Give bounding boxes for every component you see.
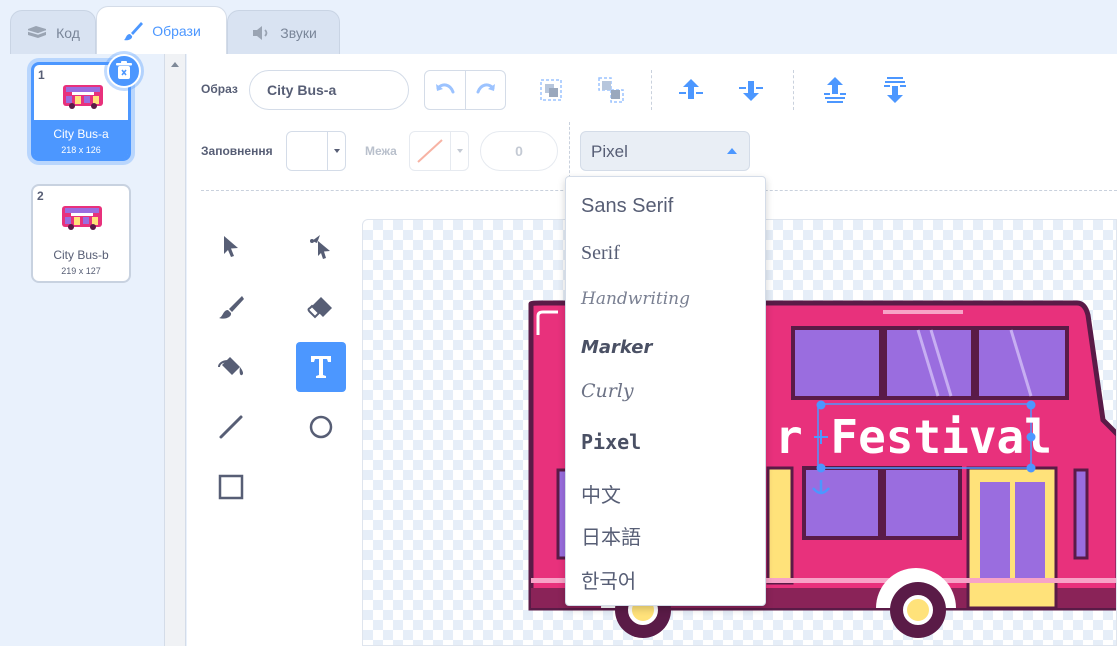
tab-costumes-label: Образи	[152, 22, 201, 39]
ungroup-button[interactable]	[593, 72, 629, 108]
fill-label: Заповнення	[201, 144, 273, 158]
undo-icon	[436, 83, 455, 94]
costume-thumbnail	[63, 85, 103, 109]
paintbrush-icon	[124, 21, 144, 40]
undo-button[interactable]	[425, 71, 465, 109]
front-button[interactable]	[817, 72, 853, 108]
costume-thumbnail	[62, 206, 102, 230]
trash-icon	[116, 61, 132, 79]
font-option-korean[interactable]: 한국어	[581, 565, 636, 594]
fill-tool[interactable]	[206, 342, 256, 392]
bring-to-front-icon	[824, 77, 846, 103]
brush-icon	[219, 296, 244, 319]
rectangle-icon	[218, 474, 244, 500]
circle-tool[interactable]	[296, 402, 346, 452]
group-icon	[540, 79, 562, 101]
paint-bucket-icon	[218, 357, 244, 376]
tab-costumes[interactable]: Образи	[96, 6, 227, 54]
text-t-icon	[311, 356, 331, 378]
scroll-up-arrow-icon[interactable]	[171, 62, 179, 67]
redo-icon	[476, 83, 495, 94]
outline-color-swatch	[410, 132, 450, 170]
text-tool[interactable]	[296, 342, 346, 392]
arrow-cursor-icon	[224, 236, 238, 257]
font-dropdown-menu: Sans Serif Serif Handwriting Marker Curl…	[565, 176, 766, 606]
costume-number: 2	[37, 189, 44, 203]
select-tool[interactable]	[206, 222, 256, 272]
forward-icon	[679, 79, 703, 99]
costume-size: 219 x 127	[61, 266, 101, 276]
tab-code[interactable]: Код	[10, 10, 96, 54]
back-button[interactable]	[877, 72, 913, 108]
redo-button[interactable]	[465, 71, 505, 109]
backward-button[interactable]	[733, 72, 769, 108]
send-to-back-icon	[884, 77, 906, 103]
eraser-tool[interactable]	[296, 282, 346, 332]
outline-dropdown-caret	[450, 132, 468, 170]
toolbar-separator	[651, 70, 652, 110]
costume-name: City Bus-a	[53, 127, 109, 141]
costume-item-2[interactable]: 2 City Bus-b 219 x 127	[31, 184, 131, 283]
font-option-handwriting[interactable]: Handwriting	[581, 289, 690, 309]
circle-icon	[309, 415, 333, 439]
outline-label: Межа	[365, 144, 397, 158]
outline-width-input: 0	[480, 131, 558, 171]
font-select-value: Pixel	[591, 142, 628, 161]
costume-name-label: Образ	[201, 82, 238, 96]
delete-costume-button[interactable]	[107, 54, 141, 88]
tab-code-label: Код	[56, 24, 80, 41]
reshape-tool[interactable]	[296, 222, 346, 272]
fill-color-swatch[interactable]	[287, 132, 327, 170]
speaker-icon	[253, 25, 268, 40]
backward-icon	[739, 81, 763, 101]
caret-up-icon	[727, 148, 737, 154]
font-select[interactable]: Pixel	[580, 131, 750, 171]
tab-sounds-label: Звуки	[280, 24, 317, 41]
font-option-curly[interactable]: Curly	[581, 380, 634, 402]
font-option-marker[interactable]: Marker	[581, 337, 652, 358]
toolbar-separator	[793, 70, 794, 110]
no-color-icon	[417, 139, 443, 163]
font-option-japanese[interactable]: 日本語	[581, 521, 641, 550]
costume-size: 218 x 126	[61, 145, 101, 155]
rectangle-tool[interactable]	[206, 462, 256, 512]
code-icon	[27, 25, 47, 38]
caret-down-icon	[456, 149, 463, 153]
font-option-chinese[interactable]: 中文	[581, 479, 621, 508]
line-icon	[219, 415, 243, 439]
costume-list-scrollbar[interactable]	[165, 54, 186, 646]
caret-down-icon	[333, 149, 340, 153]
costume-name-input[interactable]: City Bus-a	[249, 70, 409, 110]
forward-button[interactable]	[673, 72, 709, 108]
line-tool[interactable]	[206, 402, 256, 452]
costume-number: 1	[38, 68, 45, 82]
ungroup-icon	[598, 77, 624, 103]
group-button[interactable]	[533, 72, 569, 108]
reshape-icon	[310, 235, 330, 259]
font-option-sans-serif[interactable]: Sans Serif	[581, 195, 673, 218]
fill-color-picker[interactable]	[286, 131, 346, 171]
toolbar-separator	[569, 122, 570, 178]
fill-dropdown-caret[interactable]	[327, 132, 345, 170]
brush-tool[interactable]	[206, 282, 256, 332]
eraser-icon	[307, 297, 332, 319]
undo-redo-group	[424, 70, 506, 110]
font-option-pixel[interactable]: Pixel	[581, 430, 641, 454]
font-option-serif[interactable]: Serif	[581, 242, 620, 265]
tab-sounds[interactable]: Звуки	[227, 10, 340, 54]
costume-name: City Bus-b	[53, 248, 109, 262]
editor-tabs: Код Образи Звуки	[0, 0, 1117, 54]
outline-color-picker	[409, 131, 469, 171]
